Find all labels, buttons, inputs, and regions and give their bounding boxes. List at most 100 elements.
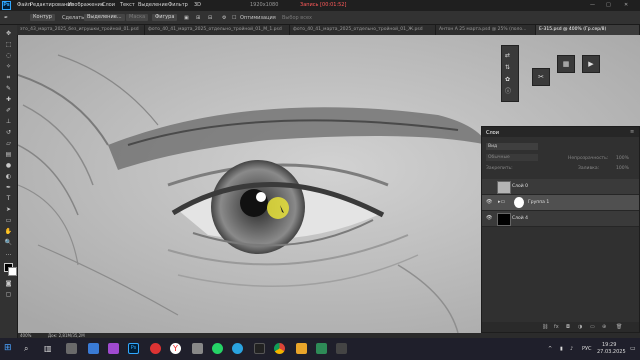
telegram-icon[interactable] [232, 343, 243, 354]
menu-select[interactable]: Выделение [138, 2, 168, 8]
quick-mask-icon[interactable]: ◙ [4, 279, 13, 288]
gradient-tool-icon[interactable]: ▤ [4, 150, 13, 159]
taskbar-app-icon[interactable] [316, 343, 327, 354]
info-icon[interactable]: ⓘ [505, 84, 511, 100]
healing-brush-tool-icon[interactable]: ✚ [4, 95, 13, 104]
brush-tool-icon[interactable]: ✐ [4, 106, 13, 115]
network-icon[interactable]: ▮ [560, 346, 563, 352]
menu-layers[interactable]: Слои [102, 2, 115, 8]
trash-icon[interactable]: 🗑 [616, 324, 622, 330]
tab-document-3[interactable]: фото_40_41_марта_2025_отдельно_тройной_0… [290, 25, 436, 35]
pen-tool-icon[interactable]: ✒ [4, 15, 8, 21]
more-tools-icon[interactable]: … [4, 249, 13, 258]
actions-play-icon[interactable]: ▶ [582, 55, 600, 73]
tab-document-4[interactable]: Антон А 25 марта.psd @ 25% (поло... [436, 25, 536, 35]
close-icon[interactable]: ✕ [624, 2, 628, 8]
move-tool-icon[interactable]: ✥ [4, 29, 13, 38]
marquee-tool-icon[interactable]: ⬚ [4, 40, 13, 49]
notifications-icon[interactable]: ▭ [630, 345, 636, 352]
menu-3d[interactable]: 3D [194, 2, 201, 8]
photoshop-taskbar-icon[interactable]: Ps [128, 343, 139, 354]
taskbar-app-icon[interactable] [192, 343, 203, 354]
menu-image[interactable]: Изображение [68, 2, 104, 8]
mode-select[interactable]: Контур [30, 14, 55, 21]
chrome-icon[interactable] [274, 343, 285, 354]
clock-date[interactable]: 27.03.2025 [597, 349, 626, 355]
new-group-icon[interactable]: ▭ [590, 324, 595, 330]
hand-tool-icon[interactable]: ✋ [4, 227, 13, 236]
opacity-value[interactable]: 100% [616, 156, 629, 161]
path-ops-icon[interactable]: ▣ [184, 15, 189, 21]
shape-button[interactable]: Фигура [152, 14, 178, 21]
layers-panel-title[interactable]: Слои [486, 130, 499, 136]
tab-document-1[interactable]: это_43_марта_2025_без_игрушки_тройной_01… [17, 25, 145, 35]
eraser-tool-icon[interactable]: ▱ [4, 139, 13, 148]
channels-mini-icon[interactable]: ▦ [557, 55, 575, 73]
layer-row[interactable]: Слой 0 [482, 179, 639, 195]
visibility-eye-icon[interactable]: 👁 [486, 216, 492, 221]
fill-value[interactable]: 100% [616, 166, 629, 171]
path-arrange-icon[interactable]: ⊟ [208, 15, 212, 21]
volume-icon[interactable]: ♪ [570, 346, 573, 352]
yandex-browser-icon[interactable]: Y [170, 343, 181, 354]
menu-filter[interactable]: Фильтр [168, 2, 188, 8]
whatsapp-icon[interactable] [212, 343, 223, 354]
visibility-eye-icon[interactable]: 👁 [486, 200, 492, 205]
menu-file[interactable]: Файл [17, 2, 31, 8]
resolution-label: 1920x1080 [250, 2, 279, 8]
adjustment-layer-icon[interactable]: ◑ [578, 324, 582, 330]
photoshop-logo-icon[interactable]: Ps [2, 1, 11, 10]
maximize-icon[interactable]: □ [606, 2, 611, 8]
windows-start-icon[interactable]: ⊞ [4, 343, 15, 354]
tab-document-active[interactable]: E-315.psd @ 400% (Гр.сер/8) [536, 25, 640, 35]
eyedropper-tool-icon[interactable]: ✎ [4, 84, 13, 93]
blend-mode-select[interactable]: Обычные [486, 154, 538, 161]
panel-menu-icon[interactable]: ≡ [630, 129, 634, 135]
fx-icon[interactable]: fx [554, 324, 559, 330]
filter-kind-select[interactable]: Вид [486, 143, 538, 150]
language-indicator[interactable]: РУС [582, 346, 592, 352]
pen-tool-icon-2[interactable]: ✒ [4, 183, 13, 192]
visibility-toggle-off[interactable] [486, 184, 492, 189]
clock-time[interactable]: 19:29 [602, 342, 616, 348]
tab-document-2[interactable]: фото_40_41_марта_2025_отдельно_тройной_0… [145, 25, 290, 35]
screen-mode-icon[interactable]: ▢ [4, 290, 13, 299]
layer-row-selected[interactable]: 👁 ▸▭ Группа 1 [482, 195, 639, 211]
taskbar-app-icon[interactable] [150, 343, 161, 354]
taskbar-app-icon[interactable] [108, 343, 119, 354]
path-selection-tool-icon[interactable]: ➤ [4, 205, 13, 214]
path-align-icon[interactable]: ⊞ [196, 15, 200, 21]
tools-mini-icon[interactable]: ✂ [532, 68, 550, 86]
new-layer-icon[interactable]: ⊕ [602, 324, 606, 330]
type-tool-icon[interactable]: T [4, 194, 13, 203]
layers-panel-header: Слои ≡ [482, 127, 639, 137]
minimize-icon[interactable]: — [590, 2, 595, 8]
rectangle-tool-icon[interactable]: ▭ [4, 216, 13, 225]
magic-wand-tool-icon[interactable]: ✧ [4, 62, 13, 71]
add-mask-icon[interactable]: ◘ [566, 324, 570, 330]
layer-row[interactable]: 👁 Слой 4 [482, 211, 639, 227]
fill-label: Заливка: [578, 166, 600, 171]
task-view-icon[interactable]: ▥ [44, 343, 55, 354]
file-explorer-icon[interactable] [88, 343, 99, 354]
tray-arrow-icon[interactable]: ^ [548, 346, 552, 352]
clone-stamp-tool-icon[interactable]: ⊥ [4, 117, 13, 126]
optimize-checkbox[interactable]: ☐ [232, 15, 236, 21]
mask-button[interactable]: Маска [126, 14, 149, 21]
search-icon[interactable]: ⌕ [24, 343, 35, 354]
history-brush-tool-icon[interactable]: ↺ [4, 128, 13, 137]
dodge-tool-icon[interactable]: ◐ [4, 172, 13, 181]
menu-text[interactable]: Текст [120, 2, 135, 8]
blur-tool-icon[interactable]: ● [4, 161, 13, 170]
taskbar-app-icon[interactable] [296, 343, 307, 354]
lasso-tool-icon[interactable]: ◌ [4, 51, 13, 60]
settings-gear-icon[interactable]: ⚙ [222, 15, 226, 21]
background-color-swatch[interactable] [8, 267, 17, 276]
link-layers-icon[interactable]: ⛓ [542, 324, 548, 330]
taskbar-app-icon[interactable] [66, 343, 77, 354]
crop-tool-icon[interactable]: ⌗ [4, 73, 13, 82]
zoom-tool-icon[interactable]: 🔍 [4, 238, 13, 247]
selection-button[interactable]: Выделение... [84, 14, 125, 21]
media-player-icon[interactable] [254, 343, 265, 354]
taskbar-app-icon[interactable] [336, 343, 347, 354]
